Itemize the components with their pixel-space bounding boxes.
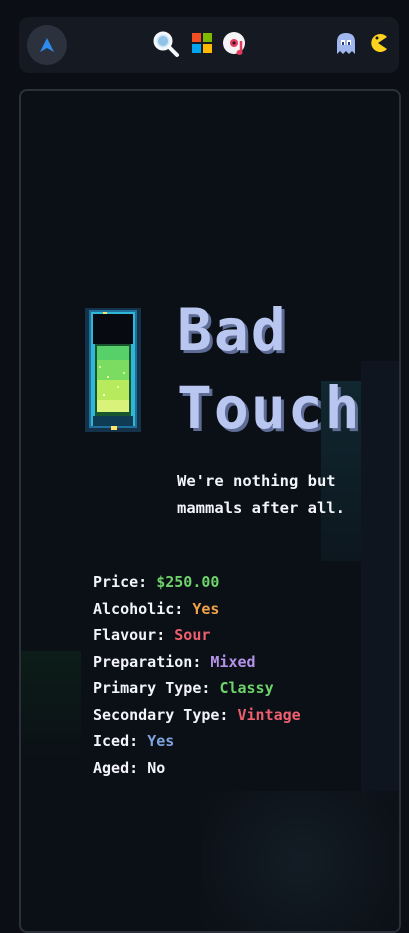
- spec-alcoholic: Alcoholic: Yes: [93, 596, 301, 623]
- drink-specs: Price: $250.00 Alcoholic: Yes Flavour: S…: [93, 569, 301, 781]
- spec-secondary-type: Secondary Type: Vintage: [93, 702, 301, 729]
- spec-value: Vintage: [237, 705, 301, 724]
- spec-label: Flavour:: [93, 626, 166, 644]
- ghost-icon[interactable]: [336, 32, 356, 56]
- spec-label: Iced:: [93, 732, 139, 750]
- drink-title-line-2: Touch: [177, 374, 362, 442]
- spec-value: Sour: [174, 626, 211, 644]
- drink-tagline: We're nothing but mammals after all.: [177, 472, 345, 517]
- spec-value: Yes: [147, 732, 175, 750]
- background-glow: [361, 361, 399, 801]
- background-glow: [201, 791, 399, 931]
- spec-aged: Aged: No: [93, 755, 301, 782]
- home-logo-button[interactable]: [27, 25, 67, 65]
- spec-value: Mixed: [210, 652, 256, 671]
- search-icon[interactable]: [152, 30, 180, 58]
- background-glow: [21, 651, 81, 771]
- spec-label: Alcoholic:: [93, 599, 184, 618]
- spec-preparation: Preparation: Mixed: [93, 649, 301, 676]
- music-disc-icon[interactable]: [222, 31, 250, 57]
- spec-label: Aged:: [93, 758, 139, 777]
- spec-value: No: [147, 758, 166, 777]
- spec-price: Price: $250.00: [93, 569, 301, 596]
- drink-card: Bad Touch We're nothing but mammals afte…: [19, 89, 401, 933]
- spec-label: Primary Type:: [93, 679, 211, 697]
- drink-title: Bad Touch: [177, 291, 362, 447]
- spec-value: Classy: [219, 679, 274, 697]
- drink-title-line-1: Bad: [177, 296, 288, 364]
- spec-flavour: Flavour: Sour: [93, 622, 301, 649]
- drink-glass-icon: [85, 308, 141, 432]
- spec-value: $250.00: [156, 573, 220, 591]
- arrow-up-logo-icon: [40, 38, 54, 52]
- spec-iced: Iced: Yes: [93, 728, 301, 755]
- pacman-icon[interactable]: [368, 33, 388, 53]
- spec-label: Secondary Type:: [93, 705, 229, 724]
- windows-icon[interactable]: [191, 32, 213, 54]
- spec-primary-type: Primary Type: Classy: [93, 675, 301, 702]
- top-bar: [19, 17, 399, 73]
- spec-label: Preparation:: [93, 652, 202, 671]
- spec-label: Price:: [93, 573, 148, 591]
- spec-value: Yes: [192, 599, 220, 618]
